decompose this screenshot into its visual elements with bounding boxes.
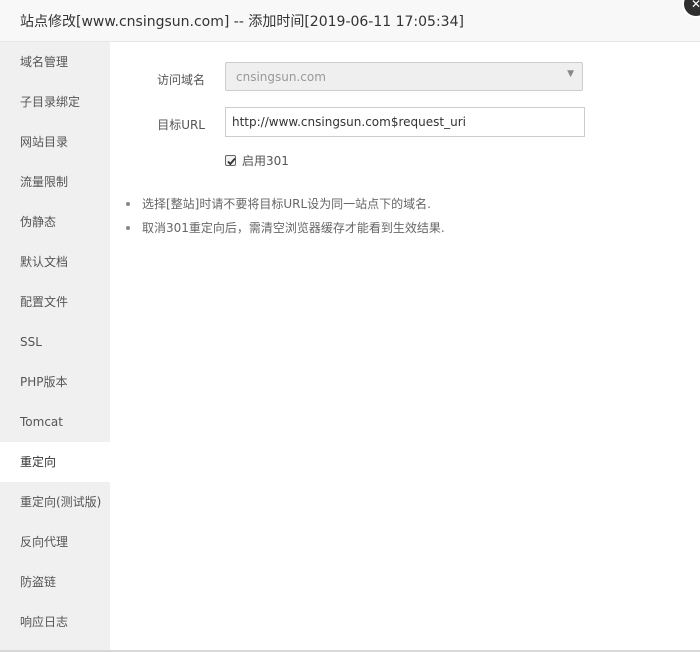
sidebar-item-subdirectory-binding[interactable]: 子目录绑定: [0, 82, 110, 122]
settings-sidebar: 域名管理 子目录绑定 网站目录 流量限制 伪静态 默认文档 配置文件 SSL P…: [0, 42, 110, 650]
redirect-panel: 访问域名 cnsingsun.com ▼ 目标URL 启用301 选择[整站]时…: [110, 42, 700, 648]
sidebar-item-ssl[interactable]: SSL: [0, 322, 110, 362]
sidebar-item-rewrite[interactable]: 伪静态: [0, 202, 110, 242]
enable-301-label: 启用301: [242, 154, 289, 168]
sidebar-item-default-document[interactable]: 默认文档: [0, 242, 110, 282]
list-item: 选择[整站]时请不要将目标URL设为同一站点下的域名.: [126, 192, 445, 216]
sidebar-item-redirect[interactable]: 重定向: [0, 442, 110, 482]
tip-text: 选择[整站]时请不要将目标URL设为同一站点下的域名.: [142, 197, 431, 211]
domain-select[interactable]: cnsingsun.com ▼: [225, 62, 583, 91]
tips-list: 选择[整站]时请不要将目标URL设为同一站点下的域名. 取消301重定向后，需清…: [126, 192, 445, 240]
bullet-icon: [126, 202, 130, 206]
sidebar-item-response-log[interactable]: 响应日志: [0, 602, 110, 642]
sidebar-item-php-version[interactable]: PHP版本: [0, 362, 110, 402]
dialog-titlebar: 站点修改[www.cnsingsun.com] -- 添加时间[2019-06-…: [0, 0, 700, 42]
sidebar-item-site-directory[interactable]: 网站目录: [0, 122, 110, 162]
list-item: 取消301重定向后，需清空浏览器缓存才能看到生效结果.: [126, 216, 445, 240]
target-url-input[interactable]: [225, 107, 585, 137]
bullet-icon: [126, 226, 130, 230]
domain-select-value: cnsingsun.com: [236, 70, 326, 84]
sidebar-item-traffic-limit[interactable]: 流量限制: [0, 162, 110, 202]
chevron-down-icon: ▼: [567, 69, 574, 79]
sidebar-item-redirect-beta[interactable]: 重定向(测试版): [0, 482, 110, 522]
enable-301-option[interactable]: 启用301: [225, 152, 289, 169]
domain-label: 访问域名: [156, 73, 205, 87]
sidebar-item-tomcat[interactable]: Tomcat: [0, 402, 110, 442]
site-edit-dialog: 站点修改[www.cnsingsun.com] -- 添加时间[2019-06-…: [0, 0, 700, 652]
dialog-title: 站点修改[www.cnsingsun.com] -- 添加时间[2019-06-…: [20, 14, 464, 30]
sidebar-item-hotlink-protection[interactable]: 防盗链: [0, 562, 110, 602]
sidebar-item-domain-management[interactable]: 域名管理: [0, 42, 110, 82]
checkmark-icon: [227, 157, 236, 166]
sidebar-item-reverse-proxy[interactable]: 反向代理: [0, 522, 110, 562]
enable-301-checkbox[interactable]: [225, 155, 236, 166]
sidebar-item-config-file[interactable]: 配置文件: [0, 282, 110, 322]
target-url-label: 目标URL: [157, 118, 205, 132]
tip-text: 取消301重定向后，需清空浏览器缓存才能看到生效结果.: [142, 221, 445, 235]
